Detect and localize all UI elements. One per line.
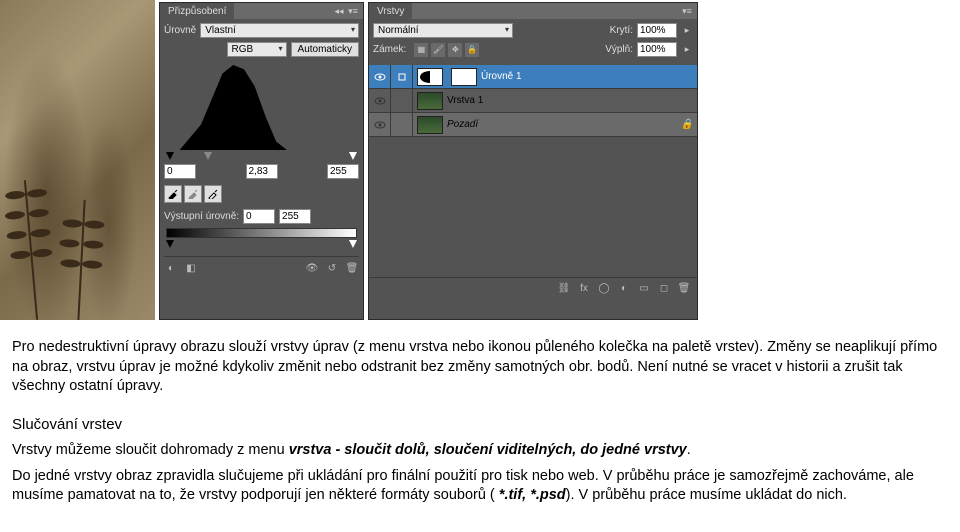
view-previous-icon[interactable]: 👁 — [305, 261, 319, 275]
adjustment-thumbnail[interactable] — [417, 68, 443, 86]
paragraph-1: Pro nedestruktivní úpravy obrazu slouží … — [12, 338, 948, 397]
visibility-toggle[interactable] — [369, 65, 391, 88]
clip-icon[interactable]: ◧ — [184, 261, 198, 275]
input-levels-slider[interactable] — [166, 152, 357, 162]
white-point-eyedropper[interactable] — [204, 185, 222, 203]
paragraph-3: Do jedné vrstvy obraz zpravidla slučujem… — [12, 467, 948, 506]
opacity-label: Krytí: — [610, 25, 633, 36]
paragraph-2: Vrstvy můžeme sloučit dohromady z menu v… — [12, 441, 948, 461]
opacity-field[interactable] — [637, 23, 677, 38]
layers-panel-header: Vrstvy ▾≡ — [369, 3, 697, 19]
lock-position-icon[interactable]: ✥ — [448, 43, 462, 57]
layer-row-background[interactable]: Pozadí 🔒 — [369, 113, 697, 137]
delete-layer-icon[interactable]: 🗑 — [677, 282, 691, 296]
histogram-display — [164, 65, 359, 150]
gray-point-eyedropper[interactable] — [184, 185, 202, 203]
preset-label: Úrovně — [164, 25, 196, 36]
panel-menu-icon[interactable]: ▾≡ — [681, 5, 693, 17]
layer-row-vrstva1[interactable]: Vrstva 1 — [369, 89, 697, 113]
document-body-text: Pro nedestruktivní úpravy obrazu slouží … — [0, 320, 960, 532]
panel-menu-icon[interactable]: ▾≡ — [347, 5, 359, 17]
layer-thumbnail[interactable] — [417, 116, 443, 134]
adjustments-tab[interactable]: Přizpůsobení — [160, 3, 234, 19]
lock-label: Zámek: — [373, 44, 406, 55]
layers-tab[interactable]: Vrstvy — [369, 3, 412, 19]
layers-list: Úrovně 1 Vrstva 1 Pozadí — [369, 65, 697, 277]
delete-adjustment-icon[interactable]: 🗑 — [345, 261, 359, 275]
visibility-toggle[interactable] — [369, 113, 391, 136]
blend-mode-dropdown[interactable]: Normální — [373, 23, 513, 38]
layer-name[interactable]: Úrovně 1 — [481, 71, 697, 82]
layer-row-levels[interactable]: Úrovně 1 — [369, 65, 697, 89]
edited-photo-preview — [0, 0, 155, 320]
fill-label: Výplň: — [605, 44, 633, 55]
opacity-slider-icon[interactable]: ▸ — [681, 25, 693, 37]
link-column[interactable] — [391, 113, 413, 136]
output-white-field[interactable] — [279, 209, 311, 224]
lock-pixels-icon[interactable]: 🖌 — [431, 43, 445, 57]
preset-dropdown[interactable]: Vlastní — [200, 23, 359, 38]
auto-button[interactable]: Automaticky — [291, 42, 359, 57]
background-lock-icon: 🔒 — [677, 119, 697, 130]
input-white-field[interactable] — [327, 164, 359, 179]
visibility-toggle[interactable] — [369, 89, 391, 112]
adjustments-panel-header: Přizpůsobení ◂◂ ▾≡ — [160, 3, 363, 19]
black-point-eyedropper[interactable] — [164, 185, 182, 203]
adjustment-icon[interactable]: ◐ — [164, 261, 178, 275]
layer-thumbnail[interactable] — [417, 92, 443, 110]
input-gamma-field[interactable] — [246, 164, 278, 179]
lock-transparent-icon[interactable]: ▦ — [414, 43, 428, 57]
layer-style-icon[interactable]: fx — [577, 282, 591, 296]
mask-thumbnail[interactable] — [451, 68, 477, 86]
link-column[interactable] — [391, 89, 413, 112]
layer-name[interactable]: Pozadí — [447, 119, 677, 130]
layer-name[interactable]: Vrstva 1 — [447, 95, 697, 106]
output-black-field[interactable] — [243, 209, 275, 224]
adjustments-panel: Přizpůsobení ◂◂ ▾≡ Úrovně Vlastní RGB Au… — [159, 2, 364, 320]
link-column[interactable] — [391, 65, 413, 88]
layers-footer: ⛓ fx ◯ ◐ ▭ ◻ 🗑 — [369, 277, 697, 299]
channel-dropdown[interactable]: RGB — [227, 42, 287, 57]
output-levels-slider[interactable] — [166, 240, 357, 250]
input-black-field[interactable] — [164, 164, 196, 179]
collapse-icon[interactable]: ◂◂ — [333, 5, 345, 17]
output-gradient[interactable] — [166, 228, 357, 238]
link-layers-icon[interactable]: ⛓ — [557, 282, 571, 296]
layer-group-icon[interactable]: ▭ — [637, 282, 651, 296]
new-layer-icon[interactable]: ◻ — [657, 282, 671, 296]
section-heading: Slučování vrstev — [12, 415, 948, 435]
output-levels-label: Výstupní úrovně: — [164, 211, 239, 222]
layers-panel: Vrstvy ▾≡ Normální Krytí: ▸ Zámek: ▦ — [368, 2, 698, 320]
fill-slider-icon[interactable]: ▸ — [681, 44, 693, 56]
layer-mask-icon[interactable]: ◯ — [597, 282, 611, 296]
fill-field[interactable] — [637, 42, 677, 57]
adjustment-layer-icon[interactable]: ◐ — [617, 282, 631, 296]
reset-icon[interactable]: ↺ — [325, 261, 339, 275]
lock-all-icon[interactable]: 🔒 — [465, 43, 479, 57]
